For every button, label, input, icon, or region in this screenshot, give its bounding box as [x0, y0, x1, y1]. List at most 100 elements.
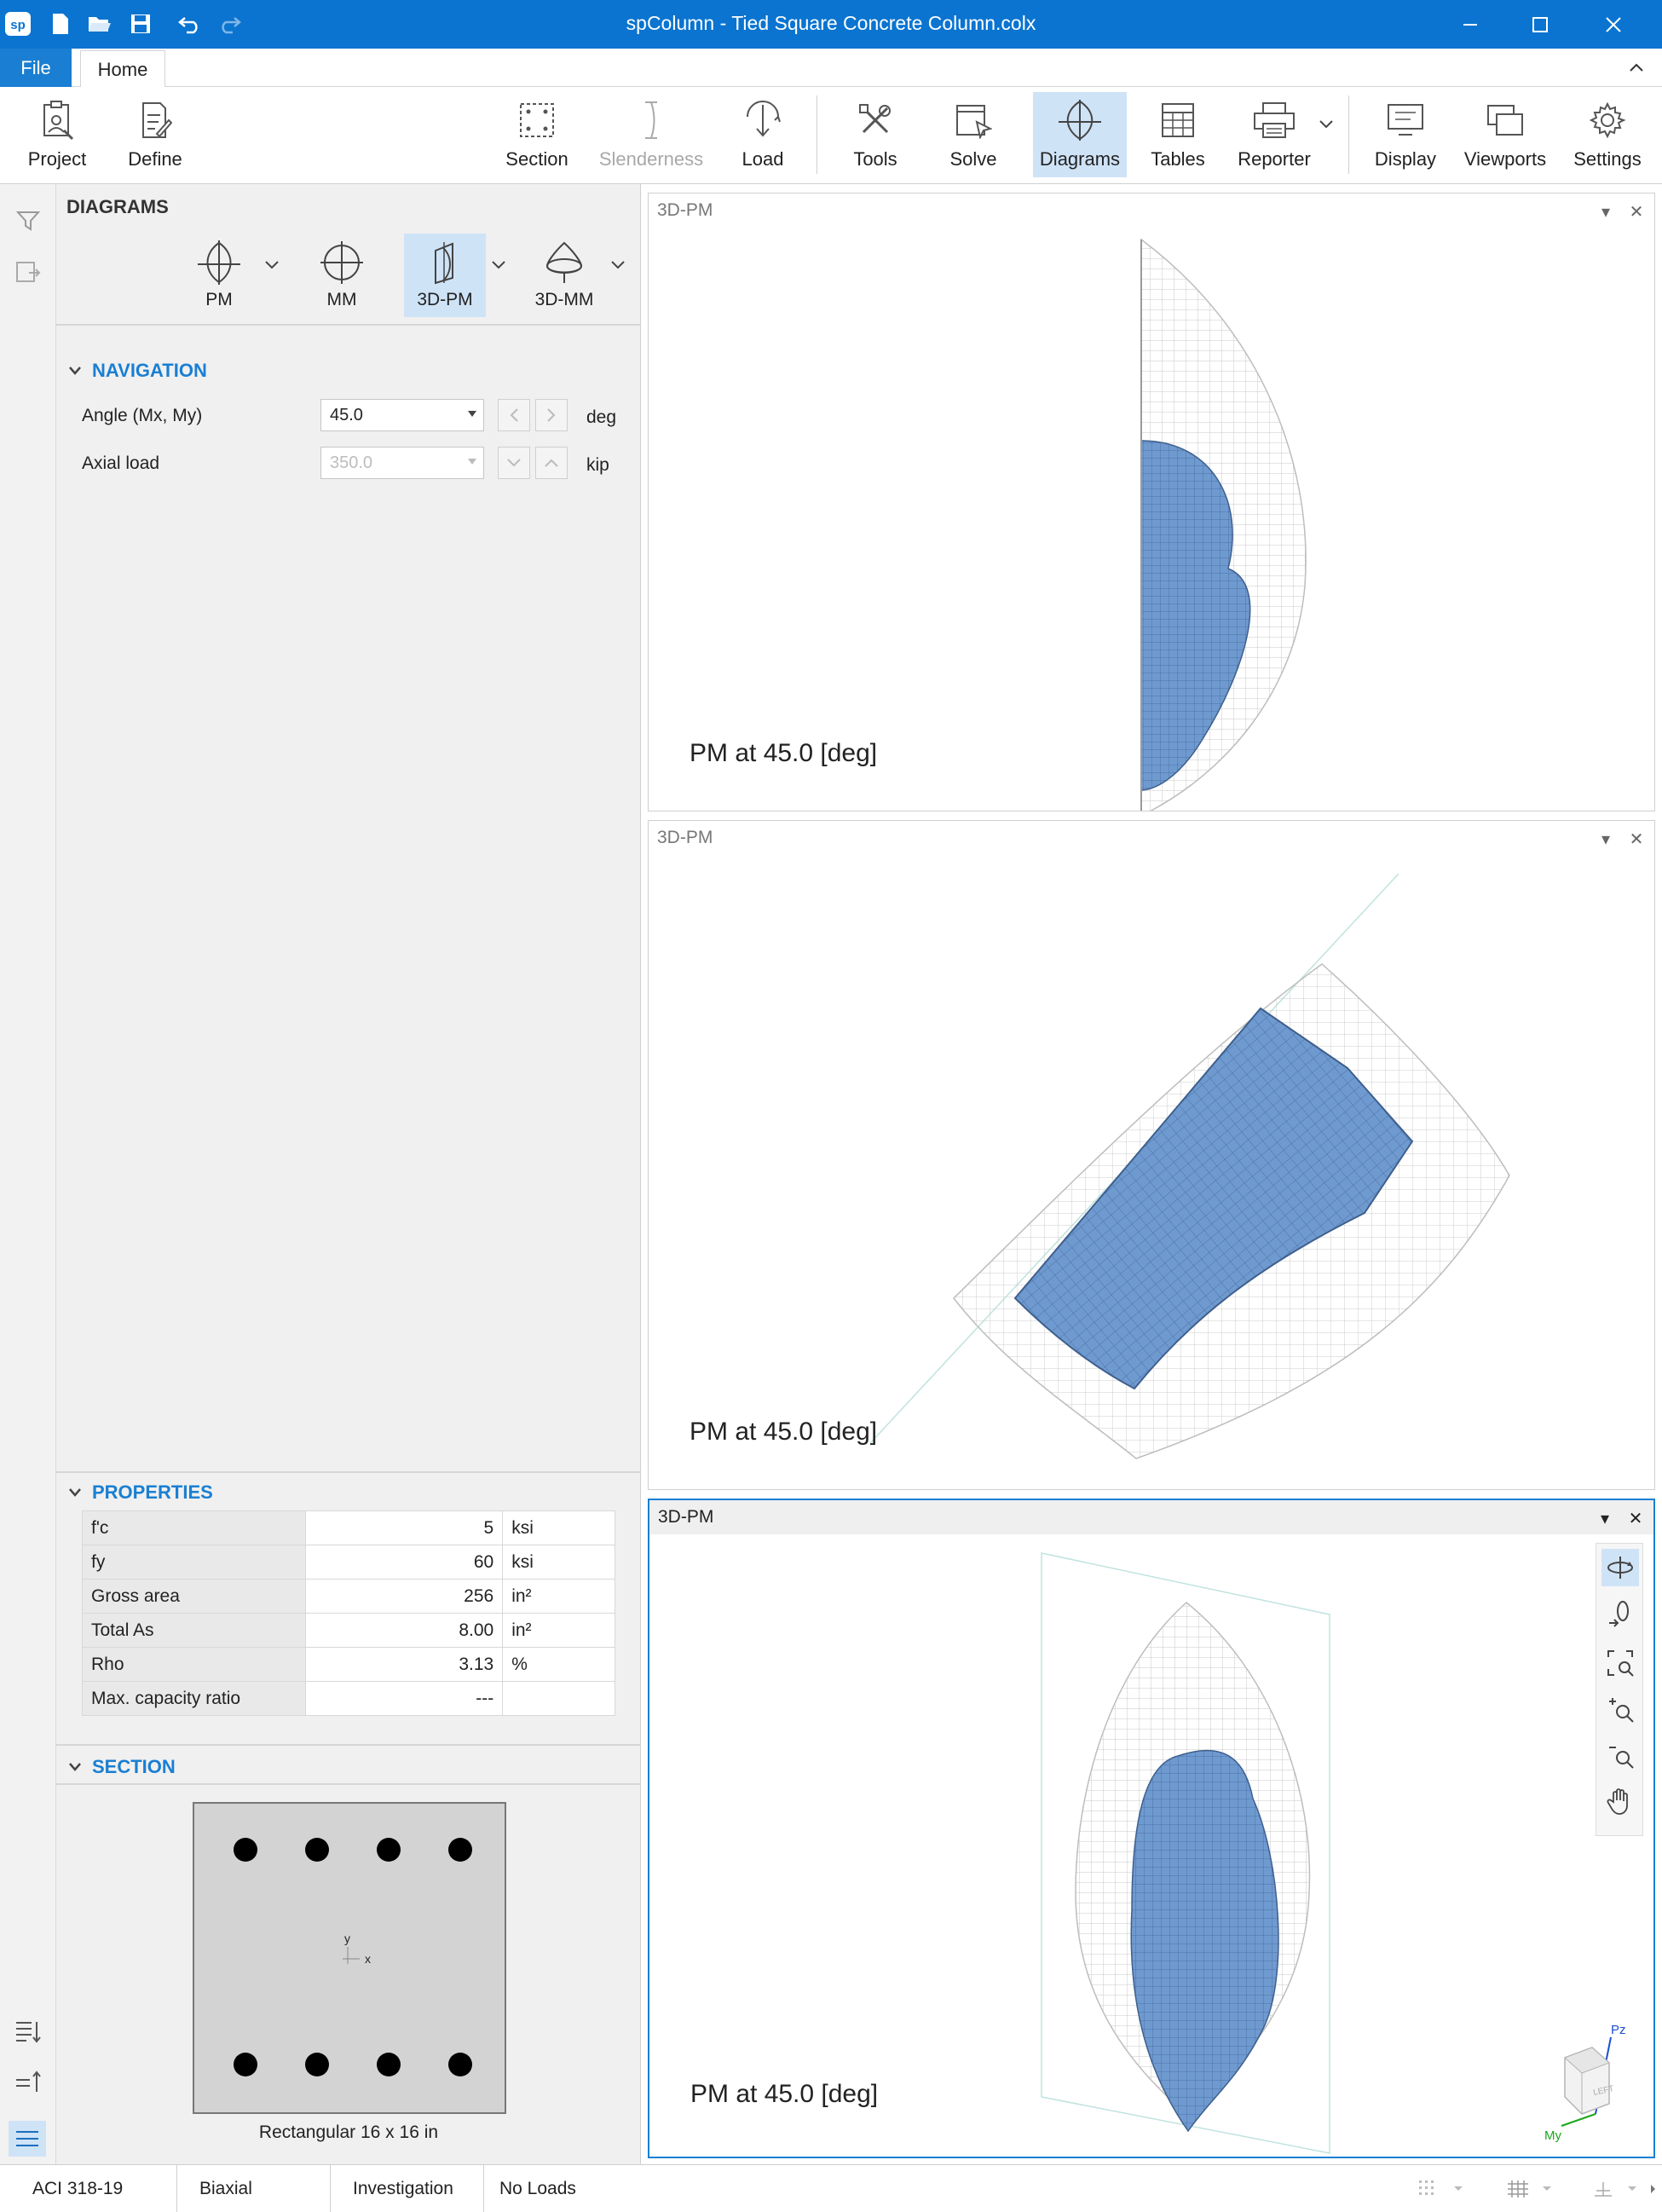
settings-button[interactable]: Settings [1563, 92, 1652, 177]
grid-snap-icon[interactable] [1417, 2177, 1442, 2201]
table-row: Rho 3.13 % [82, 1647, 615, 1682]
window-title: spColumn - Tied Square Concrete Column.c… [626, 12, 1036, 34]
angle-combo[interactable]: 45.0 [320, 399, 484, 431]
chevron-down-icon [69, 367, 81, 375]
minimize-button[interactable] [1434, 0, 1507, 49]
axial-down-button[interactable] [498, 447, 530, 479]
diagrams-icon [1059, 97, 1101, 143]
mm-label: MM [326, 290, 357, 309]
axial-unit: kip [586, 455, 609, 475]
left-toolstrip [0, 184, 56, 2164]
filter-icon[interactable] [12, 205, 44, 237]
view-toolbar [1596, 1543, 1643, 1836]
rebar [234, 1838, 257, 1862]
rotate-axis-icon[interactable] [1601, 1595, 1639, 1632]
angle-prev-button[interactable] [498, 399, 530, 431]
zoom-extents-icon[interactable] [1601, 1644, 1639, 1682]
viewport-close-icon[interactable]: ✕ [1625, 200, 1648, 222]
mm3d-label: 3D-MM [534, 290, 594, 309]
chevron-down-icon[interactable] [1449, 2177, 1468, 2201]
viewport-menu-icon[interactable]: ▾ [1595, 828, 1617, 850]
dropdown-arrow-icon [468, 459, 476, 465]
slenderness-button[interactable]: Slenderness [595, 92, 707, 177]
viewport-close-icon[interactable]: ✕ [1625, 828, 1648, 850]
collapse-all-icon[interactable] [12, 2066, 44, 2099]
orientation-cube[interactable]: LEFT Pz My [1544, 2015, 1647, 2143]
axial-up-button[interactable] [535, 447, 568, 479]
property-key: f'c [82, 1510, 306, 1545]
zoom-out-icon[interactable] [1601, 1736, 1639, 1774]
tab-file[interactable]: File [0, 49, 72, 87]
chevron-down-icon[interactable] [1623, 2177, 1642, 2201]
pm3d-diagram-button[interactable]: 3D-PM [404, 234, 486, 317]
settings-label: Settings [1573, 148, 1642, 170]
tables-button[interactable]: Tables [1139, 92, 1217, 177]
tables-label: Tables [1151, 148, 1205, 170]
collapse-ribbon-icon[interactable] [1624, 55, 1648, 79]
display-button[interactable]: Display [1364, 92, 1447, 177]
pm-diagram-button[interactable]: PM [184, 234, 254, 317]
interaction-diagram-3d[interactable] [649, 228, 1655, 811]
rebar [234, 2053, 257, 2076]
property-key: Total As [82, 1613, 306, 1648]
property-unit: ksi [502, 1545, 615, 1580]
tools-label: Tools [853, 148, 897, 170]
interaction-diagram-3d[interactable] [649, 855, 1655, 1490]
section-header[interactable]: SECTION [68, 1756, 176, 1778]
mm3d-dropdown-icon[interactable] [609, 256, 627, 274]
reporter-button[interactable]: Reporter [1231, 92, 1318, 177]
reporter-dropdown-icon[interactable] [1316, 114, 1336, 135]
define-button[interactable]: Define [114, 92, 196, 177]
list-view-icon[interactable] [9, 2121, 46, 2157]
gear-icon [1586, 97, 1629, 143]
close-button[interactable] [1577, 0, 1650, 49]
export-icon[interactable] [12, 256, 44, 288]
chevron-down-icon[interactable] [1538, 2177, 1556, 2201]
chevron-right-icon[interactable] [1647, 2177, 1660, 2201]
viewport-close-icon[interactable]: ✕ [1624, 1507, 1647, 1529]
mm-diagram-button[interactable]: MM [307, 234, 377, 317]
navigation-header[interactable]: NAVIGATION [68, 360, 207, 382]
pm3d-dropdown-icon[interactable] [489, 256, 508, 274]
diagrams-panel: DIAGRAMS PM MM 3D-PM 3D-MM NAVIGATION An… [56, 184, 641, 2164]
define-icon [134, 97, 176, 143]
load-icon [742, 97, 784, 143]
zoom-in-icon[interactable] [1601, 1690, 1639, 1728]
status-code: ACI 318-19 [0, 2165, 177, 2212]
viewport-3[interactable]: 3D-PM ▾ ✕ PM at 45.0 [deg] LEFT Pz My [648, 1499, 1655, 2158]
expand-all-icon[interactable] [12, 2015, 44, 2047]
axes-toggle-icon[interactable] [1590, 2177, 1616, 2201]
grid-display-icon[interactable] [1505, 2177, 1531, 2201]
viewport-menu-icon[interactable]: ▾ [1594, 1507, 1616, 1529]
rotate-icon[interactable] [1601, 1549, 1639, 1586]
pan-hand-icon[interactable] [1601, 1782, 1639, 1820]
axial-combo[interactable]: 350.0 [320, 447, 484, 479]
viewports-icon [1484, 97, 1526, 143]
properties-header[interactable]: PROPERTIES [68, 1481, 213, 1504]
section-button[interactable]: Section [494, 92, 580, 177]
angle-next-button[interactable] [535, 399, 568, 431]
viewport-2[interactable]: 3D-PM ▾ ✕ PM at 45.0 [deg] [648, 820, 1655, 1490]
viewport-menu-icon[interactable]: ▾ [1595, 200, 1617, 222]
properties-table: f'c 5 ksi fy 60 ksi Gross area 256 in² T… [82, 1510, 615, 1716]
solve-button[interactable]: Solve [932, 92, 1014, 177]
viewport-1[interactable]: 3D-PM ▾ ✕ PM at 45.0 [deg] [648, 193, 1655, 811]
angle-value: 45.0 [330, 406, 363, 424]
load-button[interactable]: Load [724, 92, 801, 177]
table-row: f'c 5 ksi [82, 1510, 615, 1545]
property-unit: % [502, 1647, 615, 1682]
property-value: 8.00 [304, 1613, 504, 1648]
project-button[interactable]: Project [17, 92, 97, 177]
diagrams-button[interactable]: Diagrams [1033, 92, 1127, 177]
tools-button[interactable]: Tools [835, 92, 915, 177]
viewports-button[interactable]: Viewports [1461, 92, 1549, 177]
rebar [305, 1838, 329, 1862]
maximize-button[interactable] [1503, 0, 1577, 49]
mm3d-diagram-button[interactable]: 3D-MM [523, 234, 605, 317]
property-value: 3.13 [304, 1647, 504, 1682]
interaction-diagram-3d[interactable] [649, 1534, 1655, 2158]
pm-dropdown-icon[interactable] [263, 256, 281, 274]
axis-y-label: y [344, 1932, 350, 1945]
tab-home[interactable]: Home [80, 50, 165, 88]
property-key: Rho [82, 1647, 306, 1682]
